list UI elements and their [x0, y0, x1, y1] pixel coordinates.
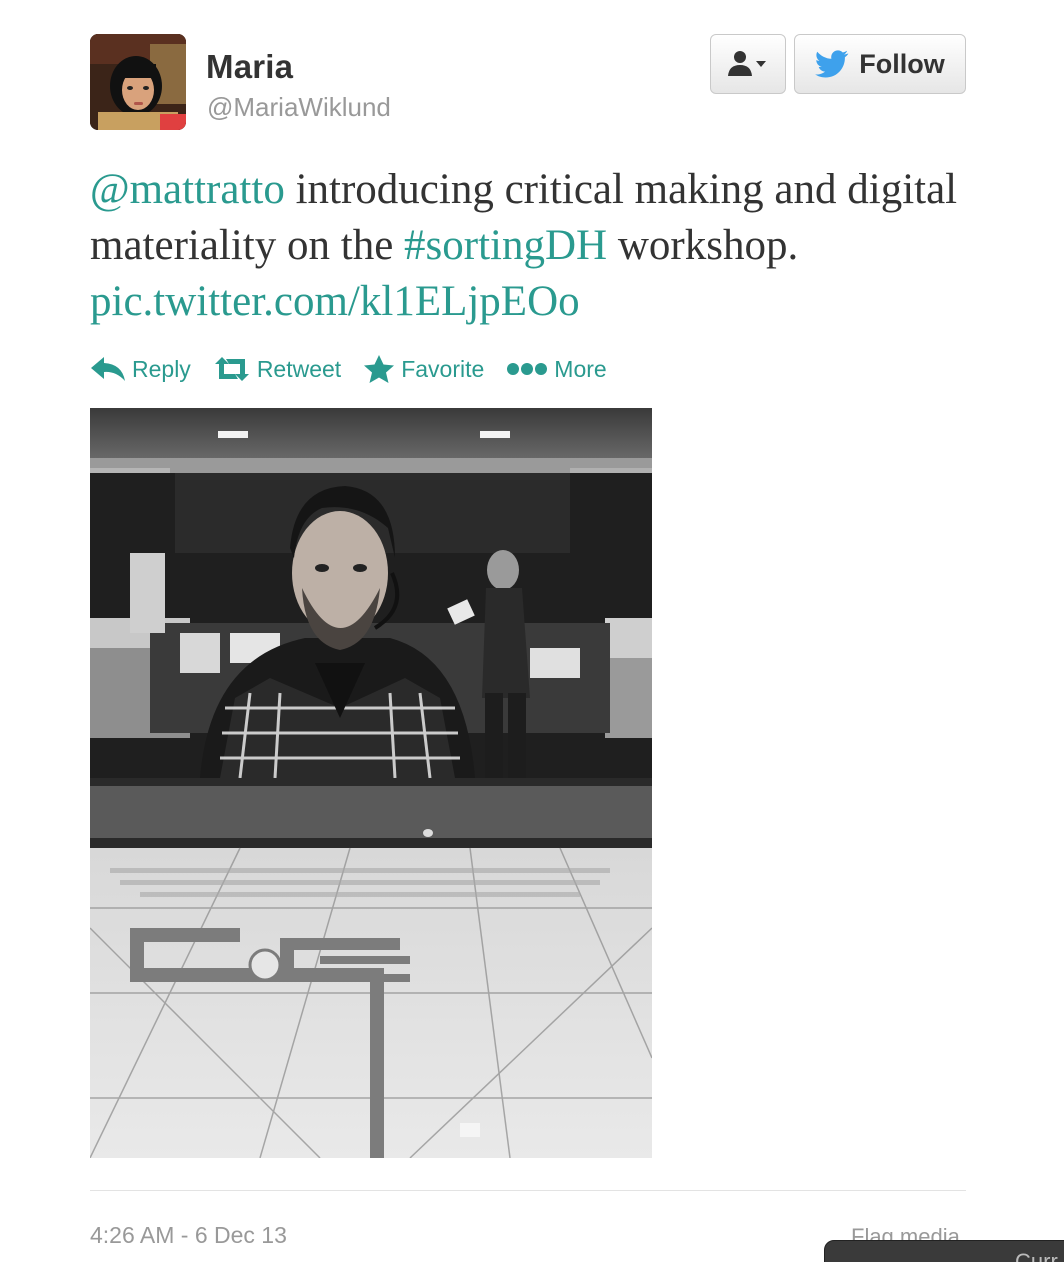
retweet-icon	[214, 357, 249, 381]
follow-button-label: Follow	[859, 48, 945, 79]
retweet-label: Retweet	[256, 355, 342, 382]
user-dropdown-icon	[728, 51, 766, 76]
tweet-timestamp[interactable]: 4:26 AM - 6 Dec 13	[90, 1222, 287, 1249]
favorite-icon	[364, 355, 395, 383]
follow-button[interactable]: Follow	[794, 34, 966, 94]
favorite-label: Favorite	[401, 355, 485, 382]
corner-tab-label: Curr	[1015, 1249, 1058, 1262]
user-actions-button[interactable]	[710, 34, 786, 94]
divider	[90, 1190, 966, 1191]
tweet-photo[interactable]	[90, 408, 652, 1158]
more-label: More	[554, 355, 607, 382]
reply-action[interactable]: Reply	[90, 356, 191, 383]
twitter-bird-icon	[815, 50, 849, 78]
favorite-action[interactable]: Favorite	[363, 354, 484, 384]
mention-link[interactable]: @mattratto	[90, 166, 285, 213]
tweet-text-part-2: workshop.	[607, 222, 799, 269]
corner-tab[interactable]: Curr	[824, 1240, 1064, 1262]
pic-link[interactable]: pic.twitter.com/kl1ELjpEOo	[90, 278, 580, 325]
more-icon	[507, 363, 548, 375]
user-handle[interactable]: @MariaWiklund	[207, 92, 391, 123]
user-fullname[interactable]: Maria	[206, 48, 293, 86]
hashtag-link[interactable]: #sortingDH	[404, 222, 607, 269]
avatar[interactable]	[90, 34, 186, 130]
reply-icon	[91, 357, 125, 381]
reply-label: Reply	[132, 355, 191, 382]
more-action[interactable]: More	[506, 355, 607, 383]
tweet-actions: Reply Retweet Favorite More	[90, 352, 629, 386]
tweet-text: @mattratto introducing critical making a…	[90, 162, 990, 330]
retweet-action[interactable]: Retweet	[213, 356, 341, 383]
